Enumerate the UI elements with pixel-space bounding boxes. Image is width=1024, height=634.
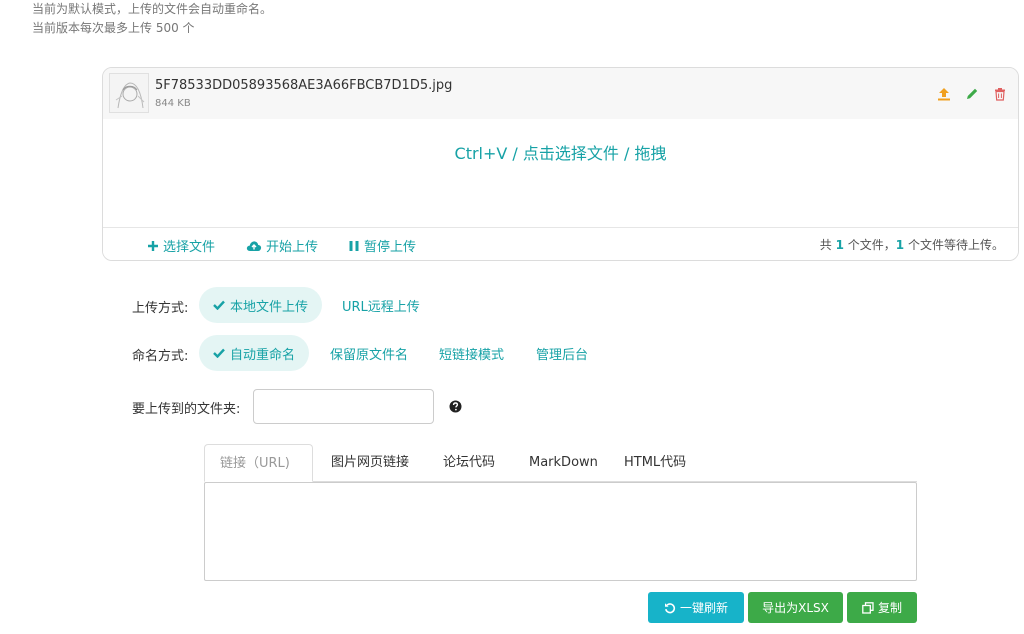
- naming-mode-label: 命名方式:: [132, 349, 189, 364]
- file-size: 844 KB: [155, 98, 191, 109]
- refresh-label: 一键刷新: [679, 601, 728, 615]
- naming-mode-keep-label: 保留原文件名: [330, 347, 409, 363]
- help-icon[interactable]: [449, 400, 462, 417]
- check-icon: [213, 300, 225, 310]
- naming-mode-admin[interactable]: 管理后台: [522, 335, 602, 371]
- tab-forum-code[interactable]: 论坛代码: [428, 444, 510, 482]
- naming-mode-keep[interactable]: 保留原文件名: [316, 335, 422, 371]
- upload-mode-url[interactable]: URL远程上传: [328, 287, 434, 323]
- refresh-button[interactable]: 一键刷新: [648, 592, 744, 623]
- uploader-footer: 选择文件 开始上传 暂停上传 共 1 个文件，1 个文件等待上传。: [103, 227, 1018, 260]
- waiting-count: 1: [895, 238, 905, 252]
- mode-notice: 当前为默认模式，上传的文件会自动重命名。 当前版本每次最多上传 500 个: [32, 0, 272, 38]
- file-name: 5F78533DD05893568AE3A66FBCB7D1D5.jpg: [155, 78, 453, 93]
- copy-icon: [862, 601, 874, 614]
- folder-label: 要上传到的文件夹:: [132, 402, 241, 417]
- copy-label: 复制: [877, 601, 902, 615]
- upload-icon[interactable]: [936, 86, 952, 102]
- file-thumbnail: [109, 73, 149, 113]
- edit-icon[interactable]: [964, 86, 980, 102]
- pause-upload-label: 暂停上传: [364, 240, 417, 255]
- naming-mode-short[interactable]: 短链接模式: [425, 335, 518, 371]
- copy-button[interactable]: 复制: [847, 592, 917, 623]
- tab-markdown[interactable]: MarkDown: [514, 444, 613, 482]
- notice-line-1: 当前为默认模式，上传的文件会自动重命名。: [32, 2, 273, 16]
- file-item: 5F78533DD05893568AE3A66FBCB7D1D5.jpg 844…: [103, 68, 1018, 119]
- status-mid: 个文件，: [847, 238, 896, 252]
- folder-input[interactable]: [253, 389, 434, 424]
- tab-url[interactable]: 链接（URL): [204, 444, 313, 482]
- export-xlsx-label: 导出为XLSX: [762, 601, 829, 615]
- export-xlsx-button[interactable]: 导出为XLSX: [748, 592, 843, 623]
- upload-mode-local-label: 本地文件上传: [230, 299, 309, 315]
- tab-image-page[interactable]: 图片网页链接: [316, 444, 424, 482]
- choose-file-label: 选择文件: [163, 240, 216, 255]
- total-count: 1: [835, 238, 844, 252]
- naming-mode-auto-label: 自动重命名: [230, 347, 296, 363]
- upload-status: 共 1 个文件，1 个文件等待上传。: [820, 236, 1004, 253]
- status-suffix: 个文件等待上传。: [907, 238, 1004, 252]
- dropzone[interactable]: Ctrl+V / 点击选择文件 / 拖拽: [103, 119, 1018, 227]
- uploader-panel: 5F78533DD05893568AE3A66FBCB7D1D5.jpg 844…: [102, 67, 1019, 261]
- delete-icon[interactable]: [992, 86, 1008, 102]
- start-upload-button[interactable]: 开始上传: [246, 236, 318, 255]
- check-icon: [213, 348, 225, 358]
- cloud-upload-icon: [246, 240, 262, 251]
- plus-icon: [148, 240, 158, 251]
- pause-icon: [349, 240, 359, 251]
- upload-mode-local[interactable]: 本地文件上传: [199, 287, 323, 323]
- notice-line-2: 当前版本每次最多上传 500 个: [32, 21, 195, 35]
- status-prefix: 共: [819, 238, 832, 252]
- file-actions: [936, 86, 1008, 102]
- naming-mode-short-label: 短链接模式: [439, 347, 505, 363]
- pause-upload-button[interactable]: 暂停上传: [348, 236, 416, 255]
- naming-mode-auto[interactable]: 自动重命名: [199, 335, 310, 371]
- start-upload-label: 开始上传: [266, 240, 319, 255]
- output-textarea[interactable]: [204, 482, 917, 581]
- upload-mode-label: 上传方式:: [132, 301, 189, 316]
- naming-mode-admin-label: 管理后台: [536, 347, 589, 363]
- upload-mode-url-label: URL远程上传: [342, 299, 420, 315]
- choose-file-button[interactable]: 选择文件: [147, 236, 215, 255]
- tab-html-code[interactable]: HTML代码: [609, 444, 701, 482]
- refresh-icon: [664, 602, 676, 613]
